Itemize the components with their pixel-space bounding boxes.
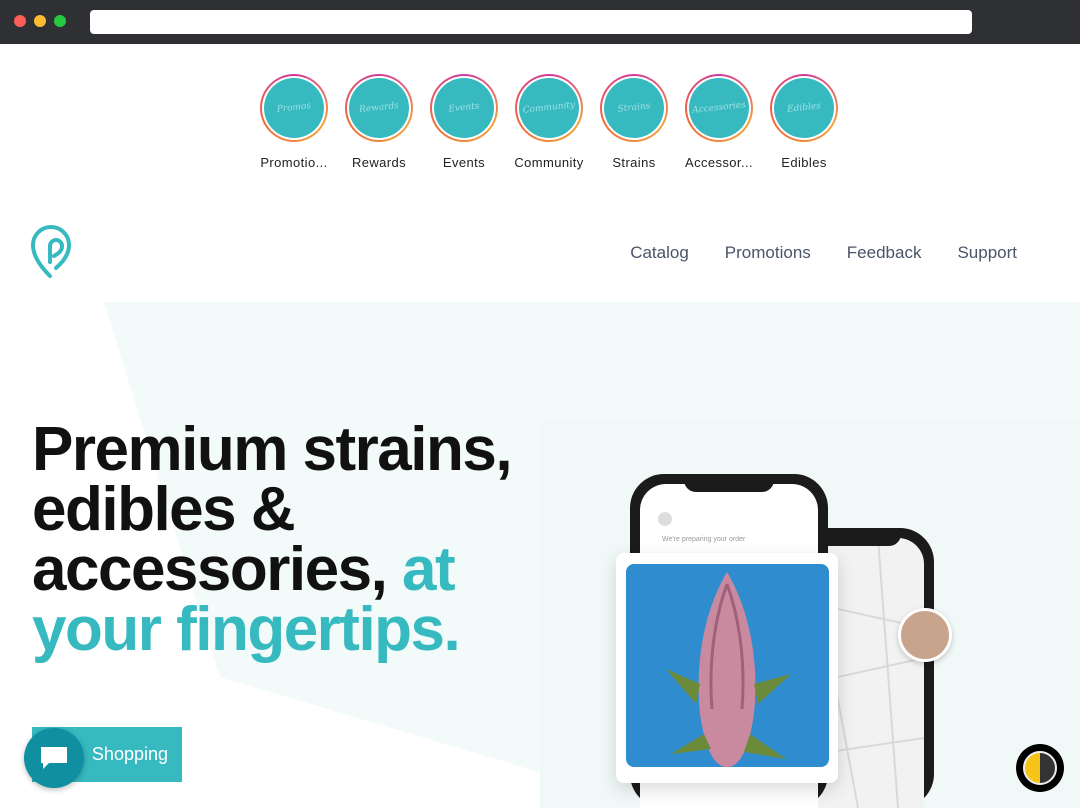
headline-accent-2: your fingertips. — [32, 595, 461, 664]
location-pin-logo-icon — [30, 225, 72, 278]
nav-support[interactable]: Support — [957, 243, 1017, 263]
story-strains[interactable]: Strains Strains — [596, 74, 672, 170]
story-promotions[interactable]: Promos Promotio... — [256, 74, 332, 170]
cannabis-bud-icon — [666, 572, 791, 767]
story-label: Rewards — [351, 155, 407, 170]
story-ring: Rewards — [345, 74, 413, 142]
story-label: Events — [442, 155, 486, 170]
nav-catalog[interactable]: Catalog — [630, 243, 689, 263]
browser-toolbar — [0, 0, 1080, 44]
story-badge: Promos — [261, 75, 327, 141]
minimize-window-button[interactable] — [34, 15, 46, 27]
story-label: Promotio... — [260, 155, 328, 170]
story-label: Accessor... — [685, 155, 753, 170]
story-community[interactable]: Community Community — [511, 74, 587, 170]
story-edibles[interactable]: Edibles Edibles — [766, 74, 842, 170]
site-logo[interactable] — [30, 224, 74, 280]
address-bar[interactable] — [90, 10, 972, 34]
story-badge: Strains — [601, 75, 667, 141]
headline-line-2: edibles & — [32, 475, 296, 544]
story-highlights: Promos Promotio... Rewards Rewards Event… — [256, 74, 838, 174]
order-heading: We're preparing your order — [662, 536, 746, 543]
main-nav: Catalog Promotions Feedback Support — [630, 243, 1017, 263]
user-avatar — [898, 608, 952, 662]
story-ring: Edibles — [770, 74, 838, 142]
story-badge: Rewards — [346, 75, 412, 141]
nav-feedback[interactable]: Feedback — [847, 243, 922, 263]
story-accessories[interactable]: Accessories Accessor... — [681, 74, 757, 170]
phone-notch — [684, 474, 774, 492]
story-label: Edibles — [781, 155, 827, 170]
story-label: Strains — [612, 155, 656, 170]
user-avatar-small — [658, 512, 672, 526]
product-card — [616, 553, 838, 783]
chat-bubble-icon — [41, 747, 67, 769]
headline-line-3: accessories, — [32, 535, 388, 604]
story-badge: Events — [431, 75, 497, 141]
story-label: Community — [514, 155, 584, 170]
chat-widget[interactable] — [24, 728, 84, 788]
theme-toggle-icon — [1023, 751, 1057, 785]
hero-headline: Premium strains, edibles & accessories, … — [32, 419, 592, 661]
story-ring: Community — [515, 74, 583, 142]
story-ring: Events — [430, 74, 498, 142]
headline-line-1: Premium strains, — [32, 415, 513, 484]
story-ring: Promos — [260, 74, 328, 142]
close-window-button[interactable] — [14, 15, 26, 27]
story-ring: Accessories — [685, 74, 753, 142]
headline-accent-1: at — [402, 535, 456, 604]
product-photo — [626, 564, 829, 767]
story-events[interactable]: Events Events — [426, 74, 502, 170]
nav-promotions[interactable]: Promotions — [725, 243, 811, 263]
story-ring: Strains — [600, 74, 668, 142]
theme-toggle[interactable] — [1016, 744, 1064, 792]
maximize-window-button[interactable] — [54, 15, 66, 27]
story-badge: Community — [516, 75, 582, 141]
story-rewards[interactable]: Rewards Rewards — [341, 74, 417, 170]
story-badge: Edibles — [771, 75, 837, 141]
story-badge: Accessories — [686, 75, 752, 141]
